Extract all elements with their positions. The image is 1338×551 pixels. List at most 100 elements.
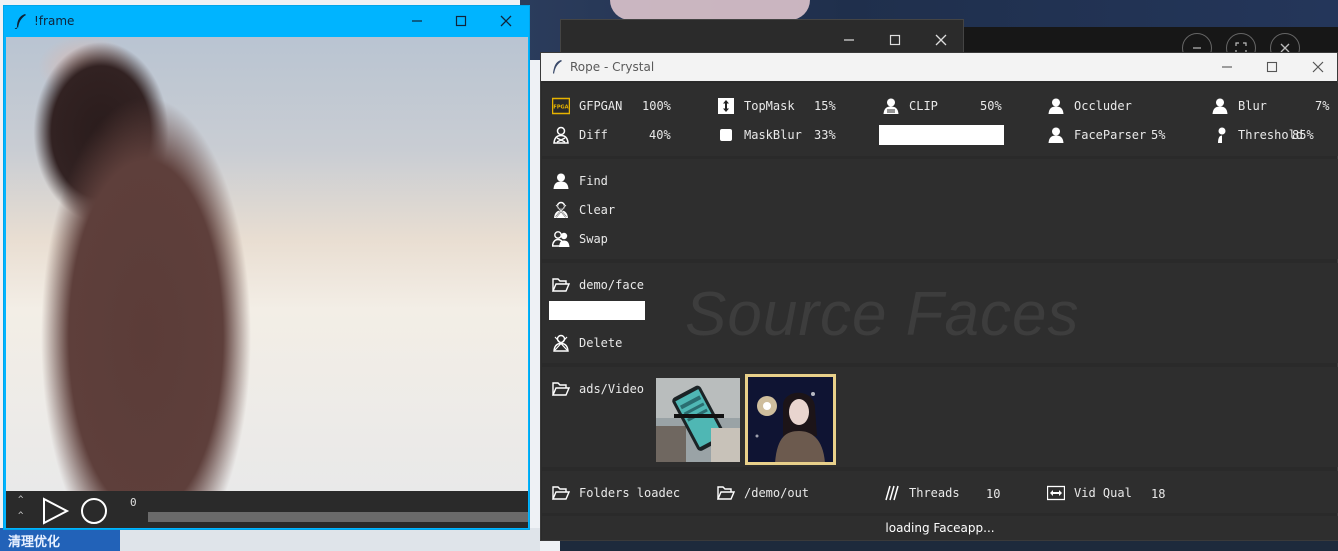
status-text: loading Faceapp... [885, 521, 995, 535]
param-diff-value[interactable]: 40% [649, 128, 671, 142]
param-gfpgan[interactable]: GFPGAN GFPGAN [551, 96, 622, 116]
param-topmask[interactable]: TopMask [716, 96, 795, 116]
folder-open-icon [551, 483, 571, 503]
playback-controls: ^ ^ 0 [6, 491, 528, 528]
horizontal-arrows-icon [1046, 483, 1066, 503]
param-faceparser[interactable]: FaceParser [1046, 125, 1146, 145]
video-thumbnail-image [747, 376, 834, 463]
frame-position: 0 [130, 496, 137, 509]
param-topmask-value[interactable]: 15% [814, 99, 836, 113]
minimize-icon[interactable] [407, 11, 427, 31]
parameters-panel: GFPGAN GFPGAN 100% TopMask 15% CLIP 50% … [542, 83, 1338, 156]
background-app-strip [120, 528, 540, 551]
clear-faces-button[interactable]: Clear [551, 200, 615, 220]
taskbar-item-label: 清理优化 [8, 535, 61, 550]
frame-window-title: !frame [34, 14, 75, 28]
frame-down-button[interactable]: ^ [18, 511, 23, 521]
load-folders-button[interactable]: Folders loadec [551, 483, 680, 503]
delete-label: Delete [579, 336, 623, 350]
threads-icon [881, 483, 901, 503]
swap-person-icon [551, 229, 571, 249]
close-icon[interactable] [1308, 57, 1328, 77]
maximize-icon[interactable] [885, 30, 905, 50]
delete-button[interactable]: Delete [551, 333, 622, 353]
source-folder-button[interactable]: demo/face [551, 275, 644, 295]
vidqual-label: Vid Qual [1074, 486, 1132, 500]
person-icon [1046, 125, 1066, 145]
output-folder-label: /demo/out [744, 486, 810, 500]
source-faces-filter-input[interactable] [549, 301, 645, 320]
play-icon[interactable] [40, 497, 70, 525]
person-icon [551, 171, 571, 191]
find-faces-button[interactable]: Find [551, 171, 608, 191]
clip-person-icon [881, 96, 901, 116]
param-blur-value[interactable]: 7% [1315, 99, 1329, 113]
folders-loaded-label: Folders loadec [579, 486, 681, 500]
frame-titlebar[interactable]: !frame [4, 6, 529, 37]
param-maskblur-label: MaskBlur [744, 128, 802, 142]
rope-window: Rope - Crystal GFPGAN GFPGAN 100% TopMas… [540, 52, 1338, 541]
clip-text-input[interactable] [879, 125, 1004, 145]
param-maskblur-value[interactable]: 33% [814, 128, 836, 142]
video-folder-label: ads/Video [579, 382, 645, 396]
param-occluder-label: Occluder [1074, 99, 1132, 113]
param-faceparser-label: FaceParser [1074, 128, 1147, 142]
close-icon[interactable] [931, 30, 951, 50]
param-occluder[interactable]: Occluder [1046, 96, 1132, 116]
delete-person-icon [551, 333, 571, 353]
clear-person-icon [551, 200, 571, 220]
find-label: Find [579, 174, 608, 188]
param-maskblur[interactable]: MaskBlur [716, 125, 802, 145]
param-gfpgan-label: GFPGAN [579, 99, 623, 113]
frame-window: !frame ^ ^ 0 [3, 5, 530, 530]
folder-open-icon [551, 379, 571, 399]
svg-text:GFPGAN: GFPGAN [552, 105, 570, 111]
maximize-icon[interactable] [1262, 57, 1282, 77]
frame-up-button[interactable]: ^ [18, 495, 23, 505]
threads-value[interactable]: 10 [986, 487, 1000, 501]
video-quality-setting[interactable]: Vid Qual [1046, 483, 1132, 503]
param-threshold-value[interactable]: 85% [1292, 128, 1314, 142]
minimize-icon[interactable] [839, 30, 859, 50]
folder-open-icon [716, 483, 736, 503]
rope-window-title: Rope - Crystal [570, 60, 655, 74]
rope-titlebar[interactable]: Rope - Crystal [541, 53, 1337, 81]
clear-label: Clear [579, 203, 616, 217]
video-thumbnail-selected[interactable] [745, 374, 836, 465]
threshold-icon [1210, 125, 1230, 145]
param-topmask-label: TopMask [744, 99, 795, 113]
video-timeline-slider[interactable] [148, 512, 528, 522]
maximize-icon[interactable] [451, 11, 471, 31]
gfpgan-icon: GFPGAN [551, 96, 571, 116]
param-clip-label: CLIP [909, 99, 938, 113]
param-threshold[interactable]: Threshold [1210, 125, 1303, 145]
video-panel: ads/Video [542, 367, 1338, 467]
bottom-controls-panel: Folders loadec /demo/out Threads 10 Vid … [542, 471, 1338, 513]
video-frame-preview[interactable] [6, 37, 528, 491]
vertical-arrows-icon [716, 96, 736, 116]
param-faceparser-value[interactable]: 5% [1151, 128, 1165, 142]
param-clip-value[interactable]: 50% [980, 99, 1002, 113]
param-clip[interactable]: CLIP [881, 96, 938, 116]
source-faces-panel: Source Faces demo/face Delete [542, 263, 1338, 363]
person-icon [1046, 96, 1066, 116]
vidqual-value[interactable]: 18 [1151, 487, 1165, 501]
param-blur[interactable]: Blur [1210, 96, 1267, 116]
square-icon [716, 125, 736, 145]
swap-faces-button[interactable]: Swap [551, 229, 608, 249]
video-thumbnail[interactable] [656, 378, 740, 462]
output-folder-button[interactable]: /demo/out [716, 483, 809, 503]
param-diff[interactable]: Diff [551, 125, 608, 145]
face-actions-panel: Find Clear Swap [542, 159, 1338, 259]
threads-setting[interactable]: Threads [881, 483, 960, 503]
video-folder-button[interactable]: ads/Video [551, 379, 644, 399]
diff-icon [551, 125, 571, 145]
taskbar-item[interactable]: 清理优化 [0, 528, 120, 551]
close-icon[interactable] [496, 11, 516, 31]
feather-icon [14, 14, 26, 29]
record-icon[interactable] [80, 497, 108, 525]
source-faces-watermark: Source Faces [685, 280, 1080, 349]
feather-icon [553, 60, 562, 74]
minimize-icon[interactable] [1217, 57, 1237, 77]
param-gfpgan-value[interactable]: 100% [642, 99, 671, 113]
